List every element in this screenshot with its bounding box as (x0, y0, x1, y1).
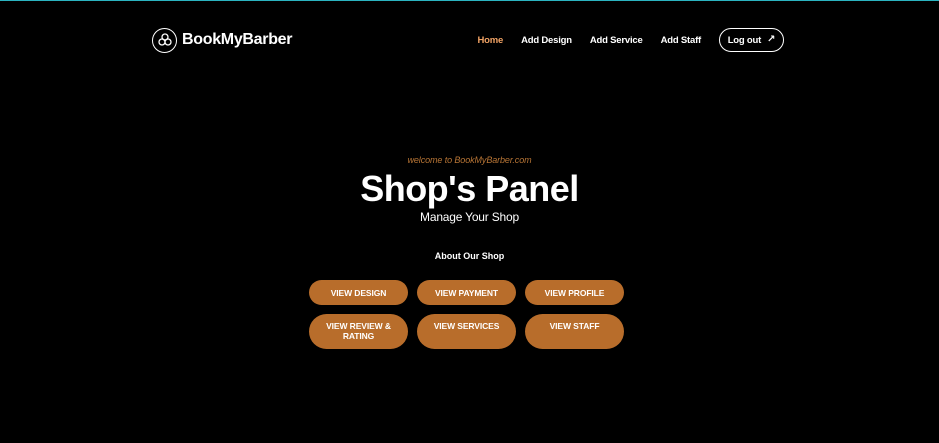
view-payment-button[interactable]: VIEW PAYMENT (417, 280, 516, 305)
view-services-button[interactable]: VIEW SERVICES (417, 314, 516, 349)
brand[interactable]: BookMyBarber (152, 27, 293, 53)
main-nav: Home Add Design Add Service Add Staff Lo… (459, 28, 784, 52)
action-buttons: VIEW DESIGN VIEW PAYMENT VIEW PROFILE VI… (309, 280, 624, 349)
view-profile-button[interactable]: VIEW PROFILE (525, 280, 624, 305)
nav-add-design[interactable]: Add Design (521, 35, 572, 46)
site-header: BookMyBarber Home Add Design Add Service… (152, 26, 784, 54)
page-title: Shop's Panel (360, 168, 579, 209)
arrow-up-right-icon: ↗ (767, 34, 776, 45)
view-review-rating-button[interactable]: VIEW REVIEW & RATING (309, 314, 408, 349)
nav-add-staff[interactable]: Add Staff (661, 35, 702, 46)
brand-name: BookMyBarber (182, 31, 293, 48)
hero-section: welcome to BookMyBarber.com Shop's Panel… (0, 155, 939, 224)
about-shop-heading: About Our Shop (434, 251, 505, 261)
welcome-text: welcome to BookMyBarber.com (407, 155, 532, 165)
page-subtitle: Manage Your Shop (420, 210, 519, 224)
top-border-line (0, 0, 939, 1)
nav-add-service[interactable]: Add Service (590, 35, 643, 46)
nav-home[interactable]: Home (477, 35, 503, 46)
logout-button[interactable]: Log out ↗ (719, 28, 784, 52)
logout-label: Log out (727, 34, 762, 46)
barber-logo-icon (152, 27, 177, 53)
view-design-button[interactable]: VIEW DESIGN (309, 280, 408, 305)
view-staff-button[interactable]: VIEW STAFF (525, 314, 624, 349)
